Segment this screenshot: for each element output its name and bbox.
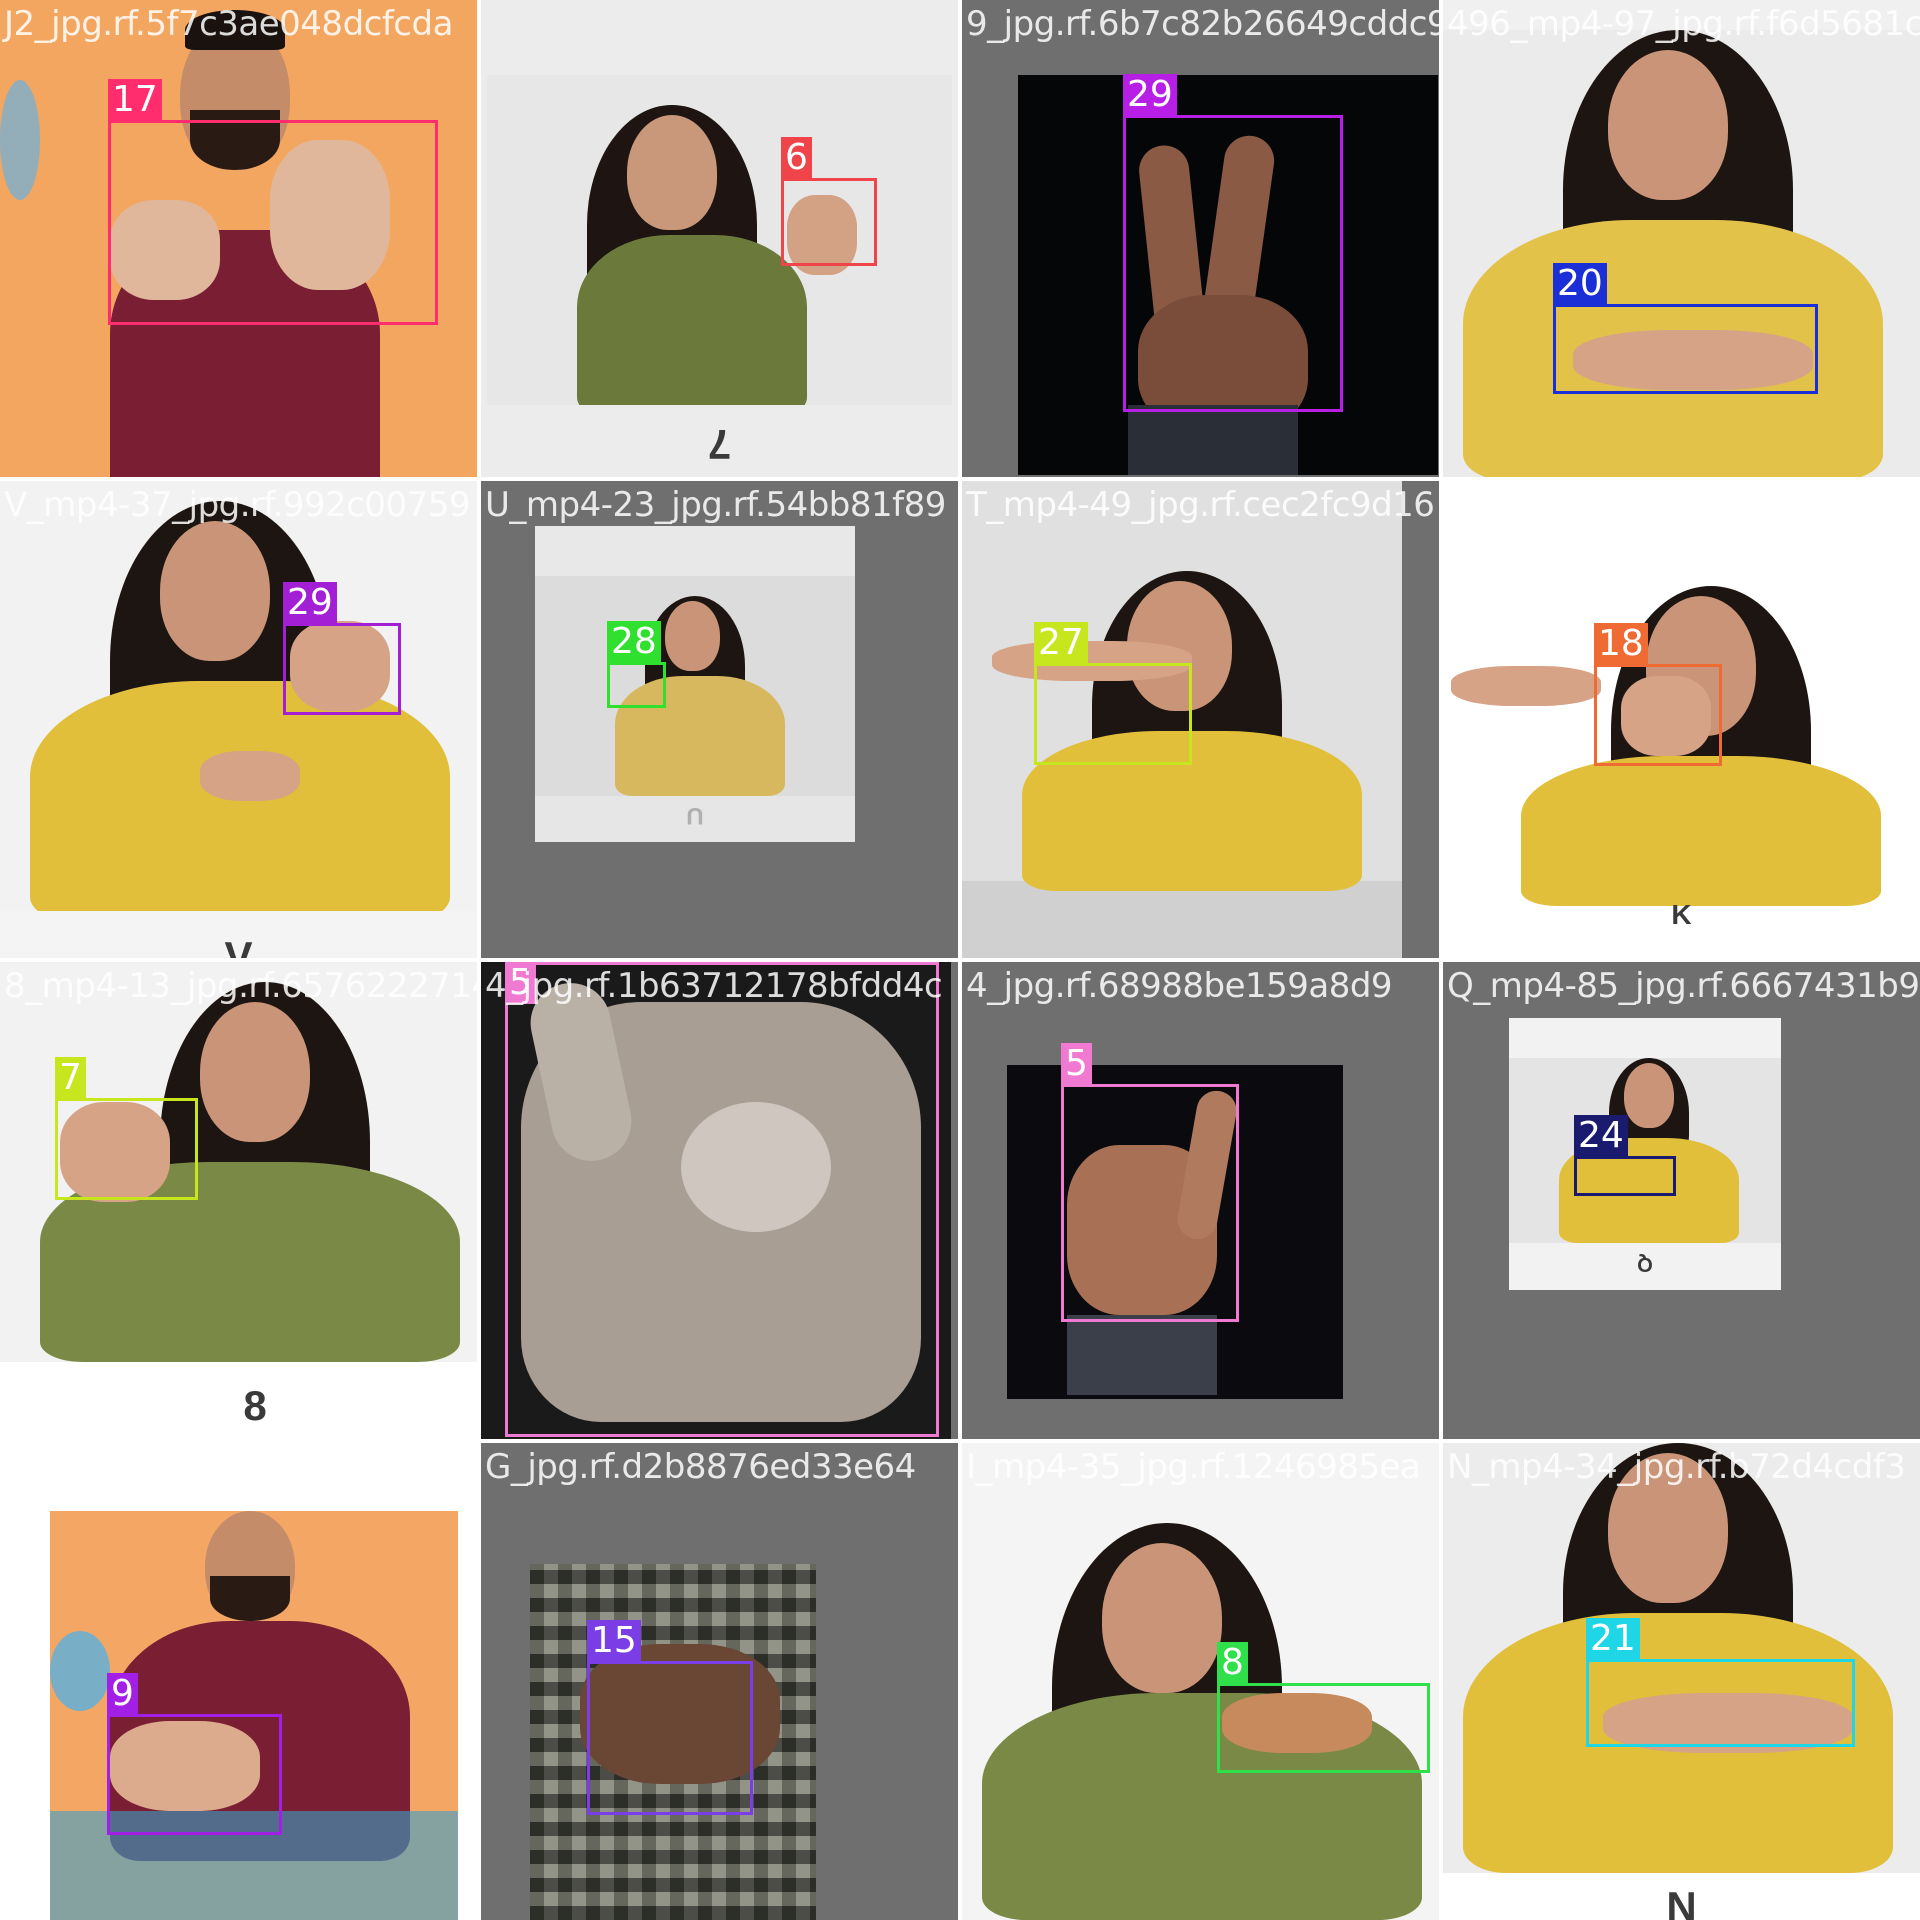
sign-caption: Q: [1637, 1253, 1653, 1275]
bounding-box: 29: [283, 582, 401, 715]
class-label: 7: [55, 1057, 86, 1099]
tile: K_mp4-52_jpg.rf.4ed2df07949 K 18: [1443, 481, 1920, 958]
class-label: 29: [1123, 74, 1177, 116]
class-label: 21: [1586, 1618, 1640, 1660]
sign-caption: K: [1671, 899, 1692, 930]
tile: J2_jpg.rf.5f7c3ae048dcfcda 17: [0, 0, 477, 477]
class-label: 28: [607, 621, 661, 663]
bounding-box: 15: [587, 1620, 753, 1815]
class-label: 8: [1217, 1642, 1248, 1684]
tile: 8_mp4-13_jpg.rf.6576222714 8 7: [0, 962, 477, 1439]
tile-photo: [962, 1443, 1439, 1920]
sign-caption: N: [1666, 1883, 1697, 1920]
bounding-box: 17: [108, 79, 438, 325]
tile-photo: [1443, 1443, 1920, 1873]
sign-caption: U: [686, 802, 704, 829]
class-label: 29: [283, 582, 337, 624]
bounding-box: 29: [1123, 74, 1343, 412]
class-label: 5: [1061, 1043, 1092, 1085]
filename-label: U_mp4-23_jpg.rf.54bb81f89: [485, 485, 946, 525]
class-label: 24: [1574, 1115, 1628, 1157]
tile-photo: [1509, 1018, 1781, 1290]
bounding-box: 24: [1574, 1115, 1676, 1196]
bounding-box: 21: [1586, 1618, 1855, 1747]
tile-photo: [0, 481, 477, 911]
tile: I_mp4-35_jpg.rf.1246985ea 8: [962, 1443, 1439, 1920]
tile: U U_mp4-23_jpg.rf.54bb81f89 28: [481, 481, 958, 958]
filename-label: K_mp4-52_jpg.rf.4ed2df07949: [1447, 485, 1920, 525]
tile-photo: [535, 526, 855, 842]
tile: 7 6: [481, 0, 958, 477]
tile: 4_jpg.rf.1b63712178bfdd4c 5: [481, 962, 958, 1439]
tile-photo: [487, 75, 952, 405]
filename-label: N_mp4-34_jpg.rf.b72d4cdf3: [1447, 1447, 1906, 1487]
tile: T_mp4-49_jpg.rf.cec2fc9d16 27: [962, 481, 1439, 958]
bounding-box: 27: [1034, 622, 1192, 765]
sign-caption: V: [224, 933, 253, 958]
filename-label: 9_jpg.rf.6b7c82b26649cddc948: [966, 4, 1439, 44]
tile: 4_jpg.rf.68988be159a8d9 5: [962, 962, 1439, 1439]
tile: 496_mp4-97_jpg.rf.f6d5681c707 20: [1443, 0, 1920, 477]
bounding-box: 8: [1217, 1642, 1430, 1773]
class-label: 18: [1594, 623, 1648, 665]
filename-label: V_mp4-37_jpg.rf.992c00759: [4, 485, 471, 525]
filename-label: G_jpg.rf.d2b8876ed33e64: [485, 1447, 916, 1487]
sign-caption: 8: [243, 1382, 267, 1429]
class-label: 27: [1034, 622, 1088, 664]
tile: Q_mp4-85_jpg.rf.6667431b9 Q 24: [1443, 962, 1920, 1439]
mosaic-grid: J2_jpg.rf.5f7c3ae048dcfcda 17 7 6 9_jpg.…: [0, 0, 1920, 1920]
class-label: 17: [108, 79, 162, 121]
tile-photo: [1443, 30, 1920, 477]
bounding-box: 5: [1061, 1043, 1239, 1322]
tile: V_mp4-37_jpg.rf.992c00759 V 29: [0, 481, 477, 958]
tile: A4_jpg.rf.540fbfc511e4fbee1 9: [0, 1443, 477, 1920]
filename-label: 4_jpg.rf.1b63712178bfdd4c: [485, 966, 943, 1006]
class-label: 15: [587, 1620, 641, 1662]
class-label: 9: [107, 1673, 138, 1715]
filename-label: 8_mp4-13_jpg.rf.6576222714: [4, 966, 477, 1006]
filename-label: 4_jpg.rf.68988be159a8d9: [966, 966, 1393, 1006]
bounding-box: 28: [607, 621, 666, 708]
tile: G_jpg.rf.d2b8876ed33e64 15: [481, 1443, 958, 1920]
bounding-box: 9: [107, 1673, 282, 1835]
filename-label: T_mp4-49_jpg.rf.cec2fc9d16: [966, 485, 1435, 525]
sign-caption: 7: [707, 421, 732, 468]
filename-label: 496_mp4-97_jpg.rf.f6d5681c707: [1447, 4, 1920, 44]
filename-label: I_mp4-35_jpg.rf.1246985ea: [966, 1447, 1421, 1487]
bounding-box: 7: [55, 1057, 198, 1200]
class-label: 6: [781, 137, 812, 179]
bounding-box: 5: [505, 962, 939, 1437]
class-label: 20: [1553, 263, 1607, 305]
bounding-box: 20: [1553, 263, 1818, 394]
bounding-box: 18: [1594, 623, 1722, 766]
filename-label: A4_jpg.rf.540fbfc511e4fbee1: [4, 1447, 477, 1487]
bounding-box: 6: [781, 137, 877, 266]
tile: 9_jpg.rf.6b7c82b26649cddc948 29: [962, 0, 1439, 477]
tile: N_mp4-34_jpg.rf.b72d4cdf3 N 21: [1443, 1443, 1920, 1920]
filename-label: Q_mp4-85_jpg.rf.6667431b9: [1447, 966, 1920, 1006]
filename-label: J2_jpg.rf.5f7c3ae048dcfcda: [4, 4, 453, 44]
